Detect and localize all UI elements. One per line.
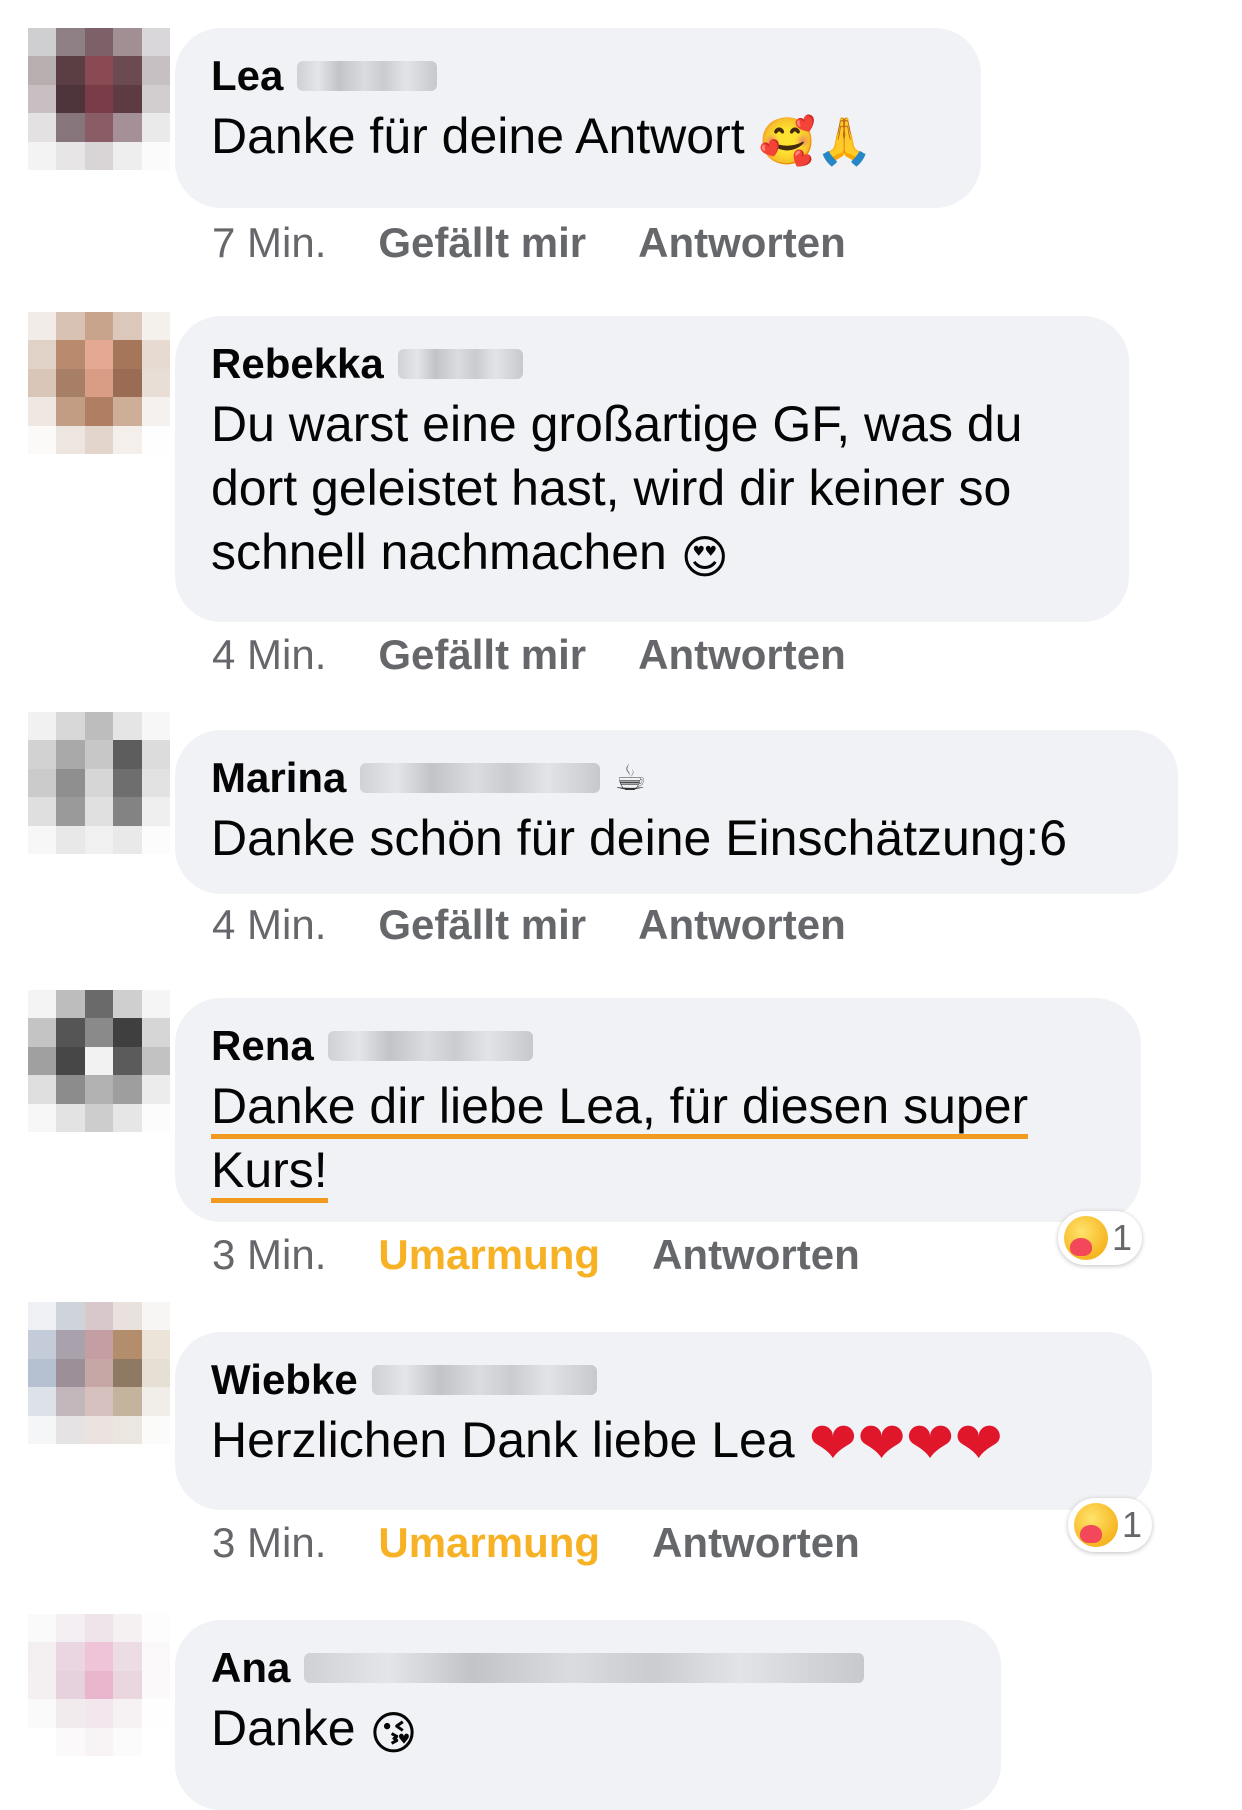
like-button[interactable]: Gefällt mir bbox=[378, 900, 586, 950]
avatar[interactable] bbox=[28, 312, 170, 454]
comment-text: Du warst eine großartige GF, was du dort… bbox=[211, 396, 1023, 583]
avatar[interactable] bbox=[28, 990, 170, 1132]
comment-text: Danke 😘 bbox=[211, 1700, 418, 1759]
comment-author[interactable]: Marina ☕ bbox=[211, 754, 1142, 802]
blurred-surname bbox=[297, 61, 438, 91]
reply-button[interactable]: Antworten bbox=[638, 900, 846, 950]
comment-bubble[interactable]: Ana Danke 😘 bbox=[175, 1620, 1001, 1810]
red-heart-emoji: ❤ bbox=[905, 1411, 955, 1476]
comment-actions: 3 Min. Umarmung Antworten bbox=[212, 1230, 860, 1280]
reaction-count-badge[interactable]: 1 bbox=[1058, 1211, 1143, 1265]
blurred-surname bbox=[327, 1031, 533, 1061]
heart-eyes-emoji: 😍 bbox=[680, 531, 729, 583]
folded-hands-emoji: 🙏 bbox=[815, 115, 874, 167]
avatar[interactable] bbox=[28, 1614, 170, 1756]
reply-button[interactable]: Antworten bbox=[652, 1230, 860, 1280]
blurred-surname bbox=[360, 763, 601, 793]
comment-time[interactable]: 3 Min. bbox=[212, 1518, 326, 1568]
comment-text: Herzlichen Dank liebe Lea ❤❤❤❤ bbox=[211, 1411, 1004, 1476]
hug-reaction-button[interactable]: Umarmung bbox=[378, 1230, 600, 1280]
comment-author[interactable]: Wiebke bbox=[211, 1356, 1116, 1404]
comment-bubble[interactable]: Marina ☕ Danke schön für deine Einschätzu… bbox=[175, 730, 1178, 894]
reaction-count-badge[interactable]: 1 bbox=[1068, 1498, 1153, 1552]
comment-time[interactable]: 7 Min. bbox=[212, 218, 326, 268]
comment-text: Danke schön für deine Einschätzung:6 bbox=[211, 810, 1068, 866]
comment-actions: 7 Min. Gefällt mir Antworten bbox=[212, 218, 846, 268]
red-heart-emoji: ❤ bbox=[808, 1411, 858, 1476]
comment-author[interactable]: Ana bbox=[211, 1644, 965, 1692]
comment-actions: 4 Min. Gefällt mir Antworten bbox=[212, 900, 846, 950]
blurred-surname bbox=[371, 1365, 597, 1395]
comment-author[interactable]: Lea bbox=[211, 52, 945, 100]
smiling-hearts-emoji: 🥰 bbox=[758, 115, 816, 167]
like-button[interactable]: Gefällt mir bbox=[378, 218, 586, 268]
blurred-surname bbox=[397, 349, 523, 379]
comment-actions: 4 Min. Gefällt mir Antworten bbox=[212, 630, 846, 680]
comment-time[interactable]: 3 Min. bbox=[212, 1230, 326, 1280]
red-heart-emoji: ❤ bbox=[857, 1411, 906, 1476]
comment-bubble[interactable]: Wiebke Herzlichen Dank liebe Lea ❤❤❤❤ bbox=[175, 1332, 1152, 1510]
care-reaction-icon bbox=[1074, 1503, 1118, 1547]
like-button[interactable]: Gefällt mir bbox=[378, 630, 586, 680]
comment-time[interactable]: 4 Min. bbox=[212, 630, 326, 680]
comment-text: Danke dir liebe Lea, für diesen super Ku… bbox=[211, 1074, 1105, 1203]
comment-actions: 3 Min. Umarmung Antworten bbox=[212, 1518, 860, 1568]
reply-button[interactable]: Antworten bbox=[652, 1518, 860, 1568]
blurred-surname bbox=[304, 1653, 865, 1683]
red-heart-emoji: ❤ bbox=[954, 1411, 1004, 1476]
reply-button[interactable]: Antworten bbox=[638, 218, 846, 268]
hug-reaction-button[interactable]: Umarmung bbox=[378, 1518, 600, 1568]
comment-text: Danke für deine Antwort 🥰🙏 bbox=[211, 108, 874, 167]
coffee-cup-icon: ☕ bbox=[614, 757, 647, 798]
comment-author[interactable]: Rena bbox=[211, 1022, 1105, 1070]
avatar[interactable] bbox=[28, 1302, 170, 1444]
avatar[interactable] bbox=[28, 28, 170, 170]
reply-button[interactable]: Antworten bbox=[638, 630, 846, 680]
comment-bubble[interactable]: Rena Danke dir liebe Lea, für diesen sup… bbox=[175, 998, 1141, 1222]
comment-bubble[interactable]: Lea Danke für deine Antwort 🥰🙏 bbox=[175, 28, 981, 208]
comment-author[interactable]: Rebekka bbox=[211, 340, 1093, 388]
comment-time[interactable]: 4 Min. bbox=[212, 900, 326, 950]
comment-bubble[interactable]: Rebekka Du warst eine großartige GF, was… bbox=[175, 316, 1129, 622]
kissing-face-emoji: 😘 bbox=[369, 1707, 418, 1759]
care-reaction-icon bbox=[1064, 1216, 1108, 1260]
highlighted-text-line: Danke dir liebe Lea, für diesen super bbox=[211, 1078, 1029, 1139]
avatar[interactable] bbox=[28, 712, 170, 854]
highlighted-text-line: Kurs! bbox=[211, 1142, 328, 1203]
